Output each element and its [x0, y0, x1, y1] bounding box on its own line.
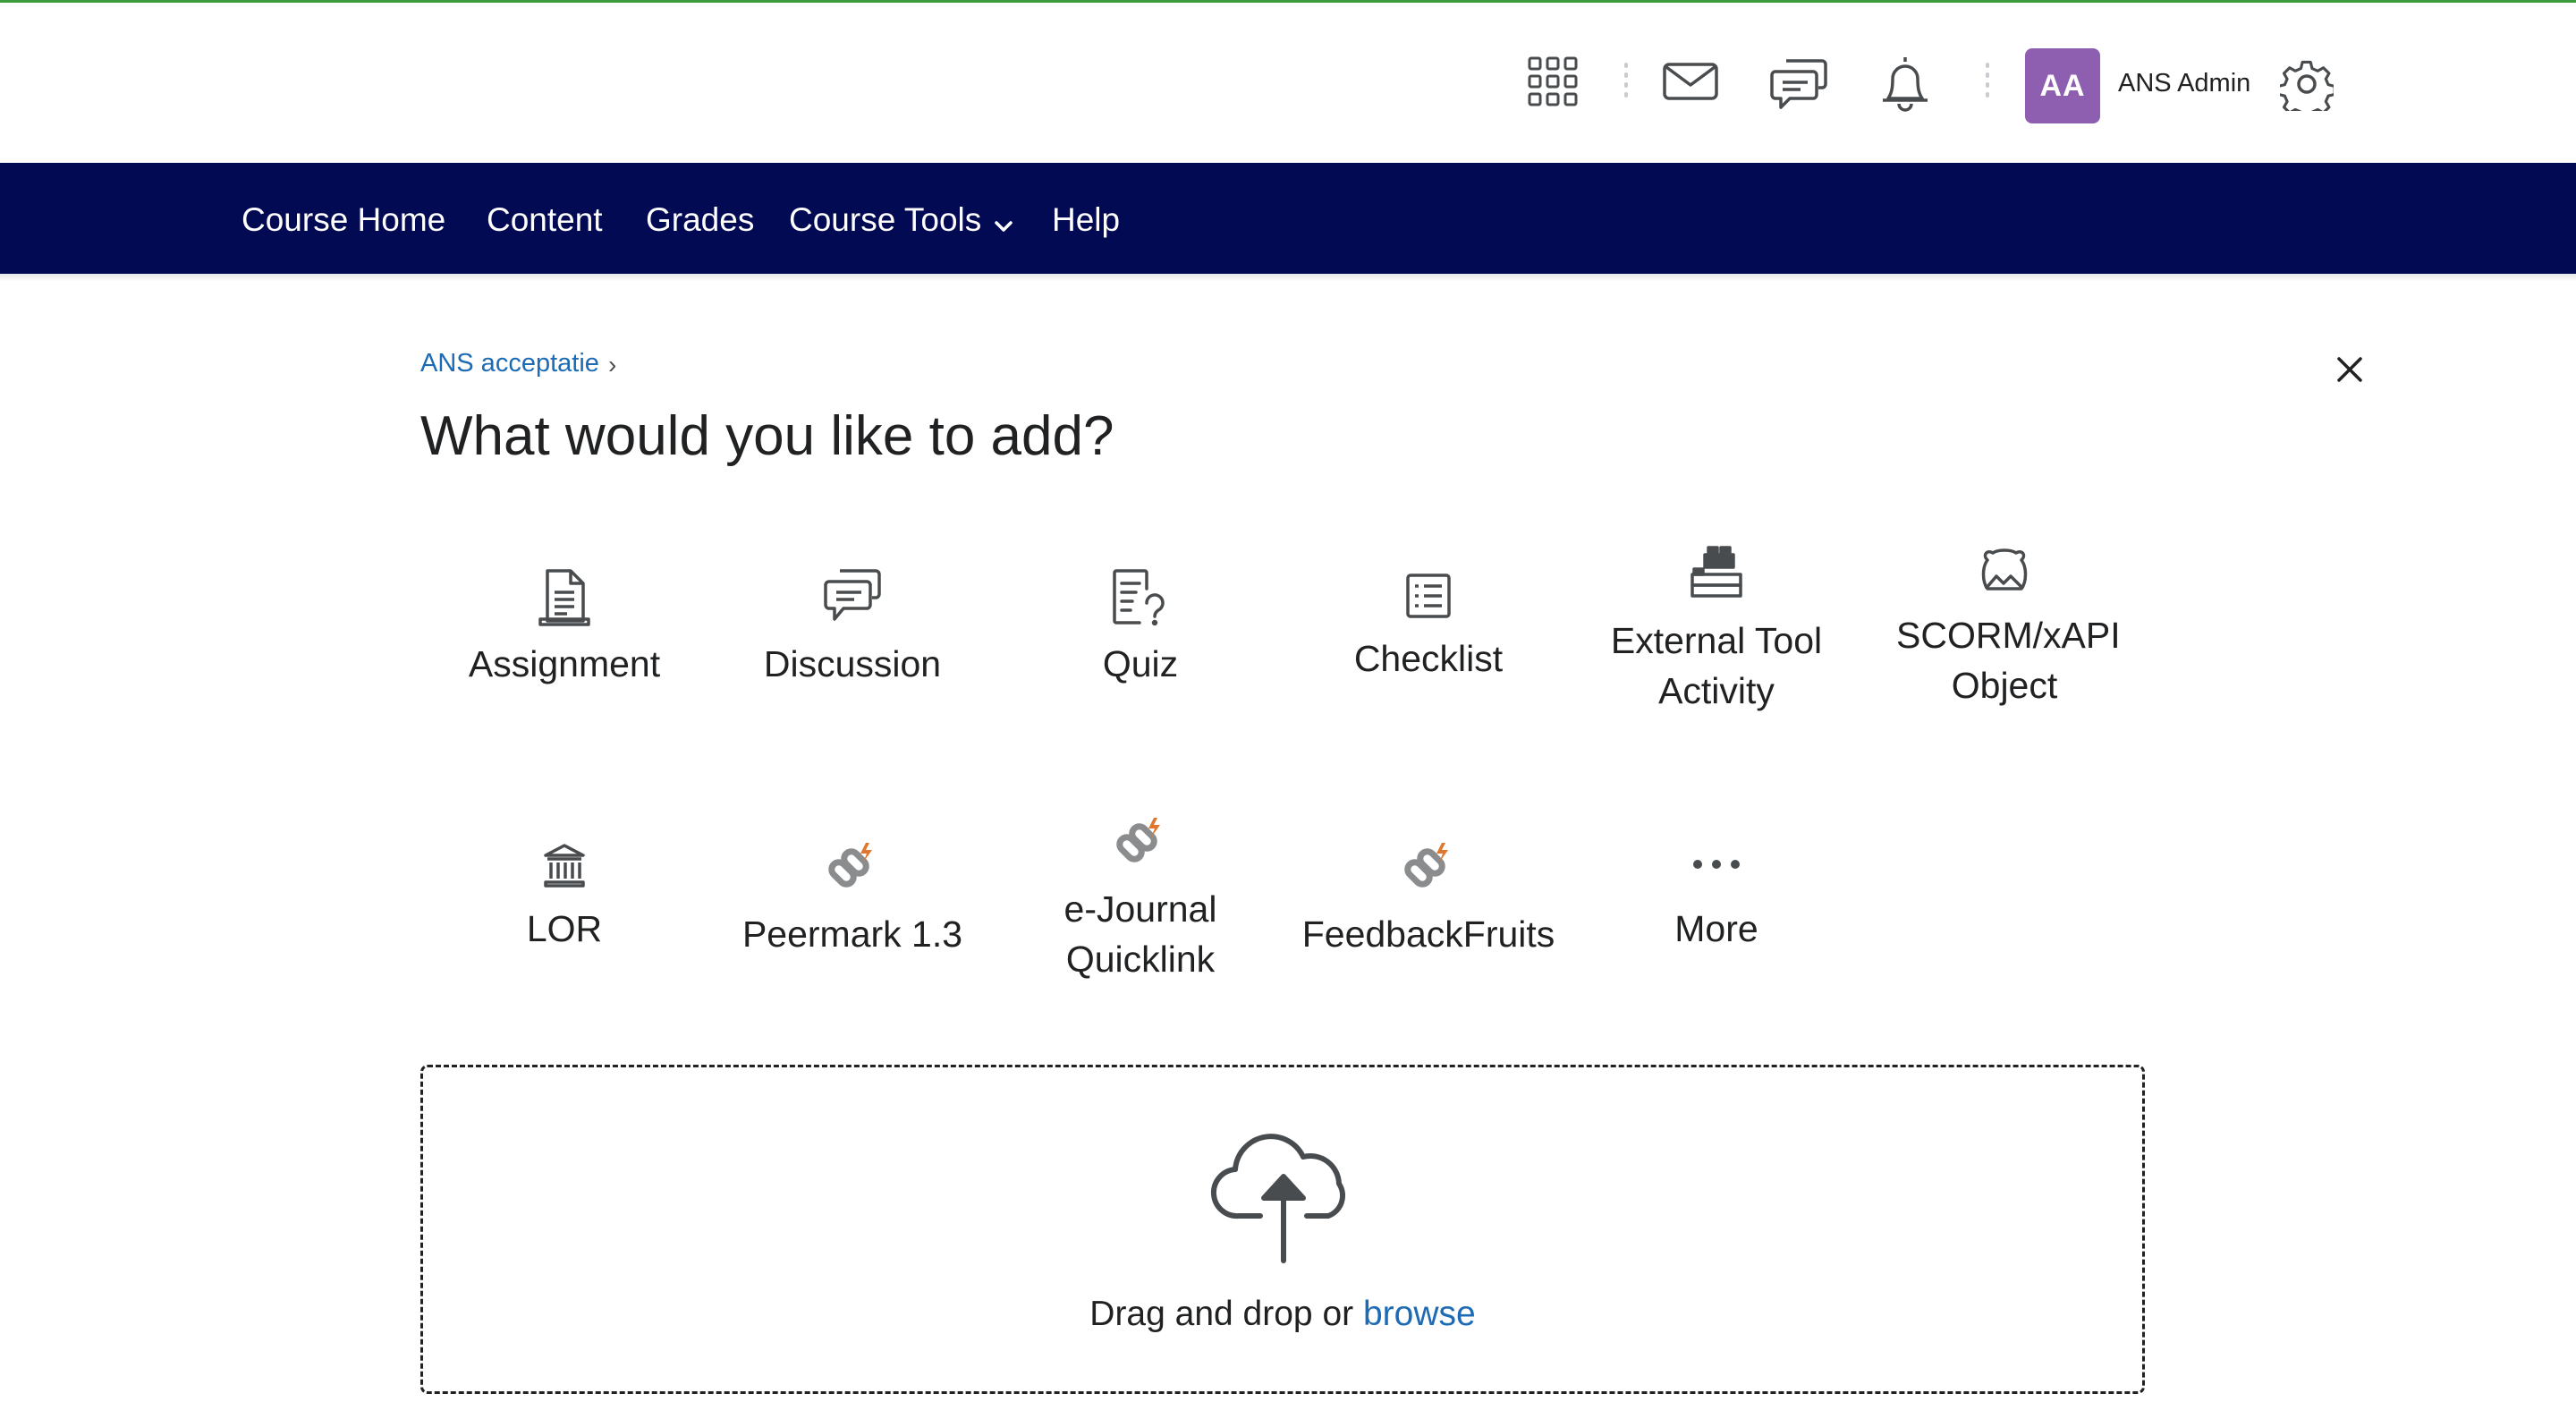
course-navbar: Course Home Content Grades Course Tools …	[0, 163, 2576, 274]
apps-grid-icon[interactable]	[1526, 55, 1580, 108]
dropzone-text: Drag and drop or browse	[423, 1295, 2142, 1334]
more-icon	[1572, 859, 1860, 870]
assignment-icon	[420, 567, 708, 626]
tile-checklist[interactable]: Checklist	[1284, 555, 1572, 769]
page-title: What would you like to add?	[420, 405, 1114, 467]
nav-grades[interactable]: Grades	[646, 201, 754, 239]
header-separator	[1986, 63, 1989, 107]
upload-dropzone[interactable]: Drag and drop or browse	[420, 1065, 2145, 1394]
bell-icon[interactable]	[1878, 53, 1932, 114]
tile-label: FeedbackFruits	[1301, 913, 1555, 955]
chat-icon[interactable]	[1769, 55, 1828, 112]
link-bolt-icon	[1284, 839, 1572, 896]
dropzone-instruction: Drag and drop or	[1089, 1295, 1354, 1333]
tile-external-tool-activity[interactable]: External Tool Activity	[1572, 537, 1860, 752]
tile-label: Quiz	[1102, 643, 1179, 684]
tile-assignment[interactable]: Assignment	[420, 555, 708, 769]
chevron-down-icon	[994, 203, 1013, 241]
close-icon[interactable]	[2334, 354, 2365, 385]
chevron-right-icon: ›	[608, 351, 617, 378]
tile-label: LOR	[526, 908, 603, 949]
avatar[interactable]: AA	[2025, 48, 2100, 123]
tile-label: Checklist	[1353, 638, 1504, 679]
checklist-icon	[1284, 573, 1572, 619]
tile-quiz[interactable]: Quiz	[996, 555, 1284, 769]
tile-label: Peermark 1.3	[741, 913, 963, 955]
header-separator	[1624, 63, 1628, 107]
user-name[interactable]: ANS Admin	[2118, 69, 2250, 98]
quiz-icon	[996, 567, 1284, 626]
tile-e-journal-quicklink[interactable]: e-Journal Quicklink	[996, 809, 1284, 1024]
tile-label: More	[1674, 908, 1758, 949]
lego-block-icon	[1572, 544, 1860, 599]
link-bolt-icon	[996, 814, 1284, 871]
discussion-icon	[708, 567, 996, 625]
tile-label: e-Journal Quicklink	[1063, 888, 1217, 980]
tile-feedbackfruits[interactable]: FeedbackFruits	[1284, 827, 1572, 1041]
tile-label: Discussion	[763, 643, 942, 684]
mail-icon[interactable]	[1662, 60, 1719, 103]
browse-link[interactable]: browse	[1363, 1295, 1476, 1333]
gear-icon[interactable]	[2279, 56, 2334, 112]
tile-label: Assignment	[468, 643, 661, 684]
tile-scorm-xapi-object[interactable]: SCORM/xAPI Object	[1860, 537, 2148, 752]
scorm-icon	[1860, 548, 2148, 599]
tile-label: External Tool Activity	[1610, 620, 1823, 711]
tile-label: SCORM/xAPI Object	[1896, 615, 2121, 706]
nav-help[interactable]: Help	[1052, 201, 1120, 239]
navbar-shadow	[0, 274, 2576, 281]
nav-course-tools[interactable]: Course Tools	[789, 201, 1013, 241]
header: AA ANS Admin	[0, 3, 2576, 163]
nav-course-tools-label: Course Tools	[789, 201, 982, 238]
breadcrumb[interactable]: ANS acceptatie	[420, 349, 599, 378]
tile-more[interactable]: More	[1572, 827, 1860, 1041]
tile-discussion[interactable]: Discussion	[708, 555, 996, 769]
tile-peermark[interactable]: Peermark 1.3	[708, 827, 996, 1041]
tile-lor[interactable]: LOR	[420, 827, 708, 1041]
nav-course-home[interactable]: Course Home	[242, 201, 445, 239]
bank-icon	[420, 843, 708, 888]
nav-content[interactable]: Content	[487, 201, 603, 239]
link-bolt-icon	[708, 839, 996, 896]
cloud-upload-icon	[1210, 1126, 1357, 1270]
